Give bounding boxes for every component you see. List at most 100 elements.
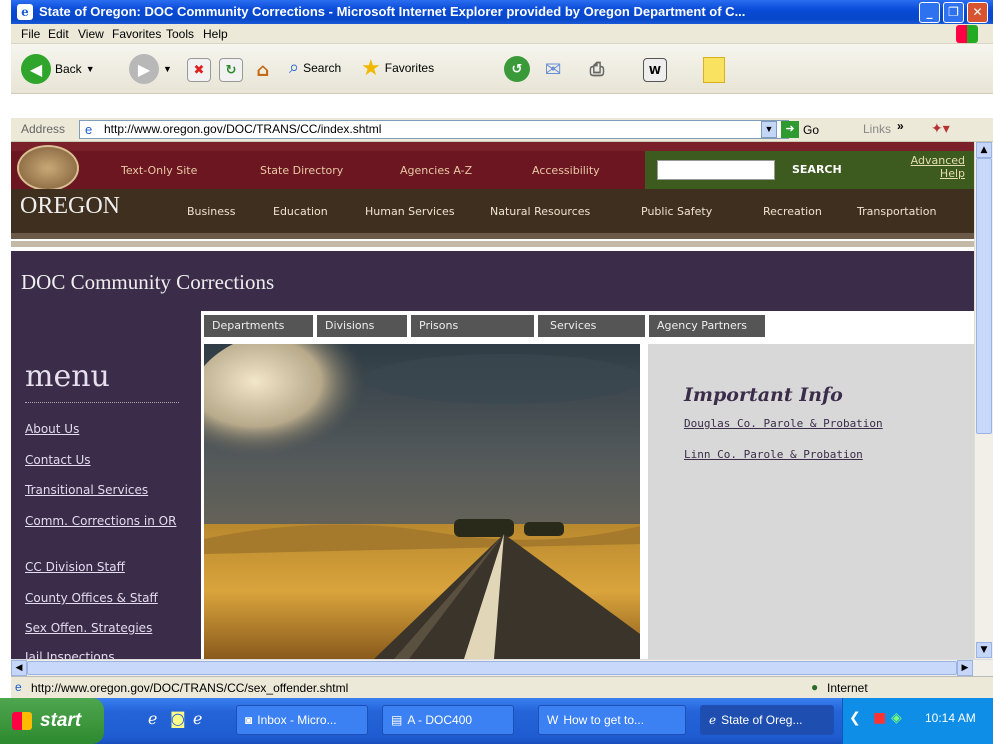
forward-button[interactable]: ▶ ▼ bbox=[129, 54, 172, 84]
linn-parole-link[interactable]: Linn Co. Parole & Probation bbox=[684, 448, 863, 461]
nav-human-services[interactable]: Human Services bbox=[365, 205, 455, 218]
search-button[interactable]: ⌕ Search bbox=[289, 57, 341, 78]
status-url: http://www.oregon.gov/DOC/TRANS/CC/sex_o… bbox=[31, 681, 349, 695]
menu-contact-us[interactable]: Contact Us bbox=[25, 454, 91, 466]
accessibility-link[interactable]: Accessibility bbox=[532, 164, 600, 177]
favorites-label: Favorites bbox=[384, 61, 435, 75]
menu-file[interactable]: File bbox=[21, 27, 40, 41]
word-edit-icon[interactable]: W bbox=[643, 58, 667, 82]
main-nav: OREGON Business Education Human Services… bbox=[11, 189, 974, 233]
page-title: DOC Community Corrections bbox=[21, 270, 275, 294]
menu-edit[interactable]: Edit bbox=[48, 27, 69, 41]
nav-transportation[interactable]: Transportation bbox=[857, 205, 936, 218]
scroll-down-icon[interactable]: ▼ bbox=[976, 642, 992, 658]
print-icon[interactable]: ⎙ bbox=[585, 57, 609, 81]
tray-network-icon[interactable]: ◈ bbox=[891, 710, 902, 726]
task-doc400[interactable]: ▤ A - DOC400 bbox=[382, 705, 514, 735]
stop-icon[interactable]: ✖ bbox=[187, 58, 211, 82]
tab-prisons[interactable]: Prisons bbox=[411, 315, 534, 337]
maximize-button[interactable]: ❐ bbox=[943, 2, 964, 23]
refresh-icon[interactable]: ↻ bbox=[219, 58, 243, 82]
douglas-parole-link[interactable]: Douglas Co. Parole & Probation bbox=[684, 417, 883, 430]
back-label: Back bbox=[55, 62, 82, 76]
clock[interactable]: 10:14 AM bbox=[925, 711, 976, 725]
ie-task-icon: ℯ bbox=[709, 713, 717, 727]
quicklaunch-ie-icon[interactable]: ℯ bbox=[148, 709, 157, 728]
task-state-of-oregon-label: State of Oreg... bbox=[721, 713, 803, 727]
tab-departments[interactable]: Departments bbox=[204, 315, 313, 337]
task-doc400-label: A - DOC400 bbox=[407, 713, 473, 727]
address-dropdown-icon[interactable]: ▼ bbox=[761, 121, 777, 138]
site-search-area: SEARCH Advanced Help bbox=[645, 151, 974, 189]
menu-favorites[interactable]: Favorites bbox=[112, 27, 161, 41]
scroll-right-icon[interactable]: ▶ bbox=[957, 660, 973, 676]
menu-comm-corrections[interactable]: Comm. Corrections in OR bbox=[25, 515, 185, 527]
favorites-button[interactable]: ★ Favorites bbox=[361, 55, 434, 81]
menu-about-us[interactable]: About Us bbox=[25, 423, 79, 435]
tray-app-icon[interactable]: ■ bbox=[873, 710, 886, 726]
back-button[interactable]: ◀ Back ▼ bbox=[21, 54, 95, 84]
nav-education[interactable]: Education bbox=[273, 205, 328, 218]
start-button[interactable]: start bbox=[0, 698, 104, 744]
tab-agency-partners[interactable]: Agency Partners bbox=[649, 315, 765, 337]
menu-title: menu bbox=[25, 359, 110, 394]
go-label: Go bbox=[803, 122, 820, 137]
menu-jail-inspections[interactable]: Jail Inspections bbox=[25, 651, 115, 659]
site-search-input[interactable] bbox=[657, 160, 775, 180]
go-button[interactable]: ➜ Go bbox=[781, 121, 819, 138]
quicklaunch-outlook-icon[interactable]: ◙ bbox=[170, 709, 186, 728]
window-title-bar[interactable]: e State of Oregon: DOC Community Correct… bbox=[11, 0, 993, 24]
state-directory-link[interactable]: State Directory bbox=[260, 164, 343, 177]
agencies-link[interactable]: Agencies A-Z bbox=[400, 164, 472, 177]
nav-recreation[interactable]: Recreation bbox=[763, 205, 822, 218]
nav-business[interactable]: Business bbox=[187, 205, 236, 218]
menu-county-offices[interactable]: County Offices & Staff bbox=[25, 592, 158, 604]
links-toolbar[interactable]: Links bbox=[863, 122, 891, 136]
go-arrow-icon: ➜ bbox=[781, 121, 799, 138]
menu-help[interactable]: Help bbox=[203, 27, 228, 41]
close-button[interactable]: ✕ bbox=[967, 2, 988, 23]
nav-public-safety[interactable]: Public Safety bbox=[641, 205, 712, 218]
search-label: Search bbox=[303, 60, 342, 75]
vertical-scroll-thumb[interactable] bbox=[976, 158, 992, 434]
menu-view[interactable]: View bbox=[78, 27, 104, 41]
windows-start-icon bbox=[12, 712, 32, 730]
text-only-link[interactable]: Text-Only Site bbox=[121, 164, 197, 177]
horizontal-scrollbar[interactable]: ◀ ▶ bbox=[11, 659, 993, 676]
links-chevron-icon[interactable]: » bbox=[897, 119, 904, 133]
window-title: State of Oregon: DOC Community Correctio… bbox=[39, 4, 746, 19]
history-icon[interactable]: ↺ bbox=[504, 56, 530, 82]
task-how-to-get[interactable]: W How to get to... bbox=[538, 705, 686, 735]
url-input[interactable]: http://www.oregon.gov/DOC/TRANS/CC/index… bbox=[79, 120, 789, 139]
translate-icon[interactable]: ✦▾ bbox=[931, 120, 950, 137]
menu-tools[interactable]: Tools bbox=[166, 27, 194, 41]
home-icon[interactable]: ⌂ bbox=[251, 58, 275, 82]
oregon-brand[interactable]: OREGON bbox=[20, 193, 120, 220]
scroll-left-icon[interactable]: ◀ bbox=[11, 660, 27, 676]
back-arrow-icon: ◀ bbox=[21, 54, 51, 84]
top-accent-bar bbox=[11, 142, 974, 151]
vertical-scrollbar[interactable]: ▲ ▼ bbox=[974, 142, 993, 659]
advanced-help-link[interactable]: Advanced Help bbox=[907, 154, 965, 180]
tab-services[interactable]: Services bbox=[538, 315, 645, 337]
menu-transitional-services[interactable]: Transitional Services bbox=[25, 484, 148, 496]
scroll-up-icon[interactable]: ▲ bbox=[976, 142, 992, 158]
horizontal-scroll-thumb[interactable] bbox=[27, 661, 957, 675]
quicklaunch-desktop-icon[interactable]: ℯ bbox=[193, 709, 202, 728]
address-bar: Address http://www.oregon.gov/DOC/TRANS/… bbox=[11, 118, 993, 142]
outlook-icon: ◙ bbox=[245, 713, 253, 727]
task-state-of-oregon[interactable]: ℯ State of Oreg... bbox=[700, 705, 834, 735]
messenger-note-icon[interactable] bbox=[703, 57, 725, 83]
minimize-button[interactable]: _ bbox=[919, 2, 940, 23]
task-inbox-label: Inbox - Micro... bbox=[257, 713, 337, 727]
mail-icon[interactable]: ✉ bbox=[541, 57, 565, 81]
site-search-button[interactable]: SEARCH bbox=[792, 163, 842, 176]
task-inbox[interactable]: ◙ Inbox - Micro... bbox=[236, 705, 368, 735]
menu-sex-offen-strategies[interactable]: Sex Offen. Strategies bbox=[25, 622, 152, 634]
tray-arrow-icon[interactable]: ❮ bbox=[849, 710, 861, 726]
system-tray: ❮ ■ ◈ 10:14 AM bbox=[842, 698, 993, 744]
nav-natural-resources[interactable]: Natural Resources bbox=[490, 205, 590, 218]
tab-divisions[interactable]: Divisions bbox=[317, 315, 407, 337]
menu-cc-division-staff[interactable]: CC Division Staff bbox=[25, 561, 125, 573]
left-menu: menu About Us Contact Us Transitional Se… bbox=[11, 311, 201, 659]
